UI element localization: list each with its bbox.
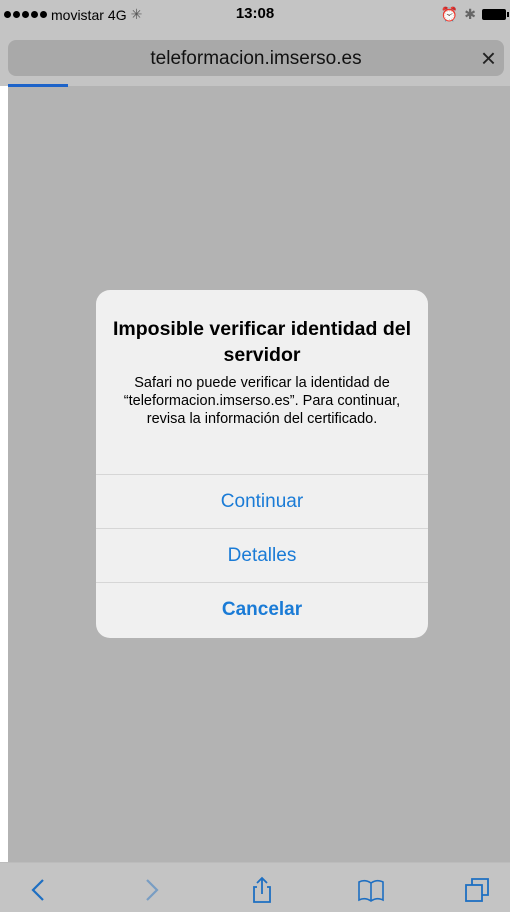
continue-button[interactable]: Continuar <box>96 474 428 528</box>
battery-icon <box>482 9 509 20</box>
address-bar[interactable]: teleformacion.imserso.es × <box>8 40 504 76</box>
browser-screen: movistar 4G ✳ 13:08 ⏰ ✱ teleformacion.im… <box>0 0 510 912</box>
tabs-icon[interactable] <box>460 875 494 905</box>
back-icon[interactable] <box>22 875 56 905</box>
cancel-button[interactable]: Cancelar <box>96 582 428 636</box>
alarm-icon: ⏰ <box>440 6 459 22</box>
share-icon[interactable] <box>245 875 279 905</box>
bottom-toolbar <box>0 862 510 912</box>
details-button[interactable]: Detalles <box>96 528 428 582</box>
status-right: ⏰ ✱ <box>440 6 509 23</box>
status-bar: movistar 4G ✳ 13:08 ⏰ ✱ <box>0 0 510 28</box>
bookmarks-icon[interactable] <box>354 875 388 905</box>
stop-loading-button[interactable]: × <box>481 43 496 73</box>
certificate-alert-dialog: Imposible verificar identidad del servid… <box>96 290 428 638</box>
dialog-title: Imposible verificar identidad del servid… <box>113 318 411 366</box>
bluetooth-icon: ✱ <box>464 6 476 22</box>
address-area: teleformacion.imserso.es × <box>0 28 510 86</box>
forward-icon[interactable] <box>134 875 168 905</box>
url-text[interactable]: teleformacion.imserso.es <box>8 48 504 70</box>
loading-progress-bar <box>8 84 68 87</box>
status-time: 13:08 <box>235 5 275 22</box>
dialog-message: Safari no puede verificar la identidad d… <box>123 375 401 427</box>
